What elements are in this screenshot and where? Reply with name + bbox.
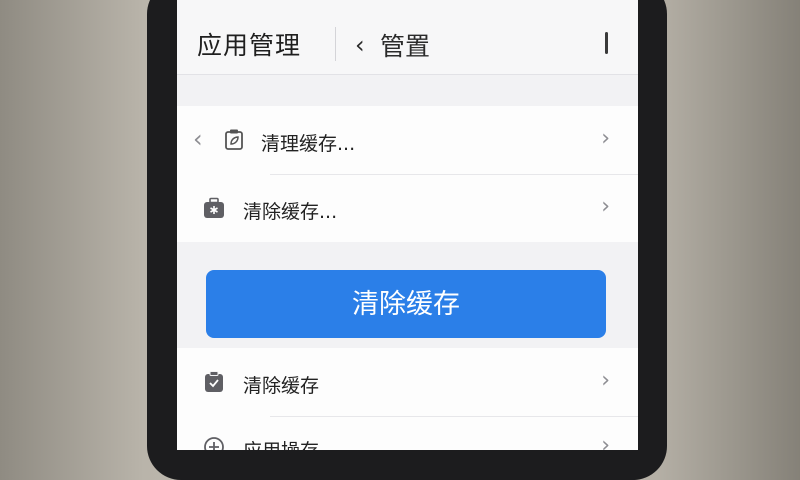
clear-cache-button[interactable]: 清除缓存 — [206, 270, 606, 338]
header-subtitle: 管置 — [380, 32, 431, 61]
chevron-right-icon: › — [601, 194, 610, 219]
chevron-right-icon: › — [601, 126, 610, 151]
page-title: 应用管理 — [197, 31, 302, 60]
medical-case-icon — [204, 197, 224, 218]
list-item-app-storage[interactable]: 应用操存 › — [177, 418, 638, 450]
settings-card-top: ‹ 清理缓存... › 清除缓存... › — [177, 106, 638, 242]
row-divider — [270, 416, 638, 417]
list-item-clear-cache-2[interactable]: 清除缓存 › — [177, 350, 638, 416]
clipboard-check-icon — [205, 371, 223, 392]
chevron-right-icon: › — [601, 368, 610, 393]
clipboard-leaf-icon — [225, 129, 243, 150]
list-item-clean-cache[interactable]: ‹ 清理缓存... › — [177, 108, 638, 174]
list-item-label: 应用操存 — [243, 436, 319, 450]
settings-card-bottom: 清除缓存 › 应用操存 › — [177, 348, 638, 450]
chevron-left-icon[interactable]: ‹ — [193, 125, 203, 153]
app-header: 应用管理 ‹ 管置 — [177, 0, 638, 75]
chevron-left-icon[interactable]: ‹ — [355, 31, 365, 59]
list-item-label: 清理缓存... — [261, 133, 356, 155]
header-indicator — [605, 32, 608, 54]
phone-screen: 应用管理 ‹ 管置 ‹ 清理缓存... › 清除缓存... › 清除缓存 清除缓… — [177, 0, 638, 450]
list-item-label: 清除缓存... — [243, 201, 338, 223]
chevron-right-icon: › — [601, 433, 610, 450]
plus-circle-icon — [204, 437, 224, 450]
header-divider — [335, 27, 336, 61]
list-item-label: 清除缓存 — [243, 375, 320, 397]
row-divider — [270, 174, 638, 175]
list-item-clear-cache[interactable]: 清除缓存... › — [177, 176, 638, 242]
